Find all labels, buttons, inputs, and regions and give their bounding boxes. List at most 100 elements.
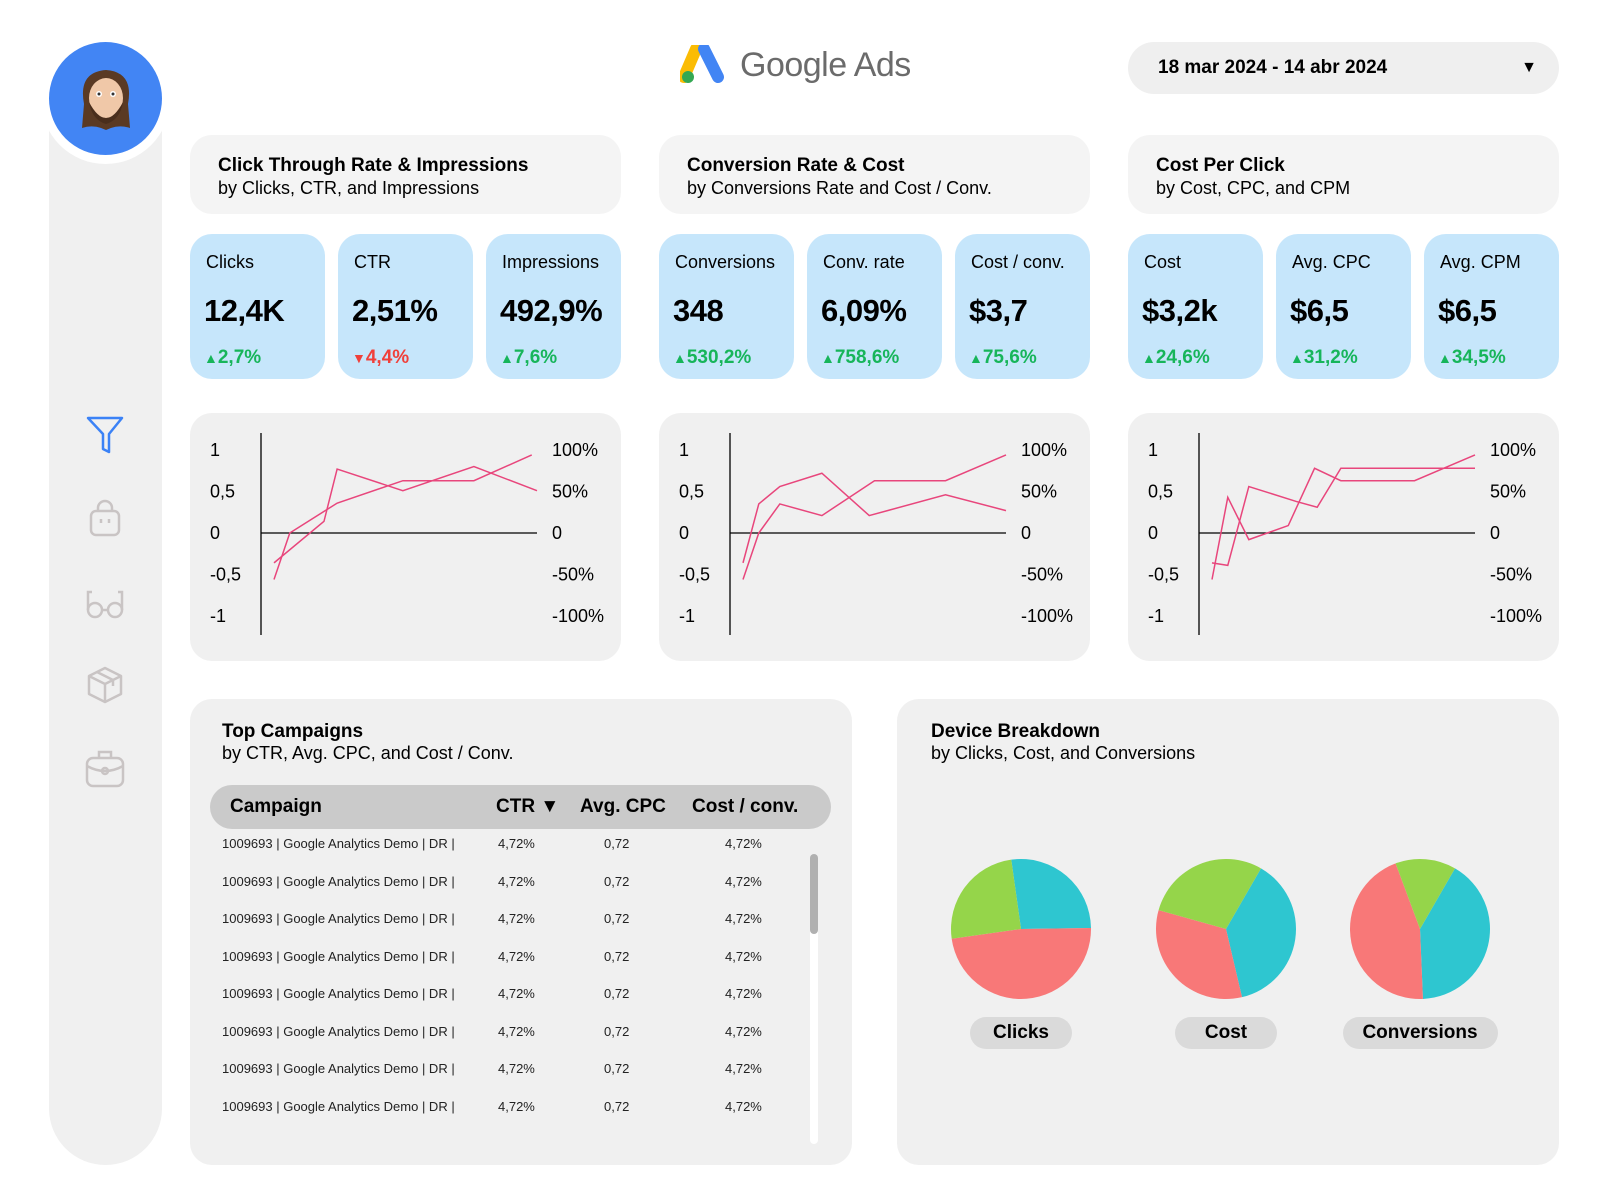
table-row[interactable]: 1009693 | Google Analytics Demo | DR | 4… (222, 1099, 782, 1119)
right-tick-label: 0 (552, 523, 562, 543)
section-subtitle: by Conversions Rate and Cost / Conv. (687, 178, 992, 198)
date-range-value: 18 mar 2024 - 14 abr 2024 (1158, 57, 1388, 78)
kpi-tile[interactable]: CTR 2,51% ▼4,4% (338, 234, 473, 379)
column-header-campaign[interactable]: Campaign (230, 796, 322, 818)
pie-label[interactable]: Clicks (970, 1017, 1072, 1049)
kpi-tile[interactable]: Conversions 348 ▲530,2% (659, 234, 794, 379)
trend-chart-card: 1 0,5 0 -0,5 -1 100% 50% 0 -50% -100% (190, 413, 621, 661)
column-header-ctr[interactable]: CTR ▼ (496, 796, 559, 818)
kpi-value: 12,4K (204, 293, 285, 328)
kpi-tile[interactable]: Clicks 12,4K ▲2,7% (190, 234, 325, 379)
left-tick-label: -0,5 (1148, 565, 1179, 585)
pie-slice[interactable] (951, 859, 1021, 939)
table-row[interactable]: 1009693 | Google Analytics Demo | DR | 4… (222, 911, 782, 931)
section-subtitle: by Clicks, CTR, and Impressions (218, 178, 480, 198)
pie-label[interactable]: Conversions (1342, 1017, 1498, 1049)
trend-chart: 1 0,5 0 -0,5 -1 100% 50% 0 -50% -100% (210, 433, 604, 635)
kpi-delta-value: 530,2% (686, 347, 752, 368)
cell-avg-cpc: 0,72 (604, 948, 630, 964)
kpi-label: Cost / conv. (971, 252, 1065, 272)
kpi-tile[interactable]: Conv. rate 6,09% ▲758,6% (807, 234, 942, 379)
kpi-delta: ▲34,5% (1438, 347, 1545, 369)
cell-campaign: 1009693 | Google Analytics Demo | DR | (222, 1023, 455, 1039)
shopping-bag-icon[interactable] (83, 497, 127, 541)
left-tick-label: 0,5 (1148, 482, 1173, 502)
right-tick-label: -100% (1490, 606, 1542, 626)
kpi-delta: ▲7,6% (500, 347, 607, 369)
table-row[interactable]: 1009693 | Google Analytics Demo | DR | 4… (222, 874, 782, 894)
table-row[interactable]: 1009693 | Google Analytics Demo | DR | 4… (222, 836, 782, 856)
right-tick-label: 100% (1021, 440, 1067, 460)
left-tick-label: 1 (1148, 440, 1158, 460)
trend-chart-card: 1 0,5 0 -0,5 -1 100% 50% 0 -50% -100% (659, 413, 1090, 661)
kpi-delta-value: 31,2% (1303, 347, 1358, 368)
kpi-delta-value: 34,5% (1451, 347, 1506, 368)
pie-chart-conversions (1350, 859, 1490, 999)
right-tick-label: 50% (1490, 482, 1526, 502)
right-tick-label: 100% (1490, 440, 1536, 460)
table-row[interactable]: 1009693 | Google Analytics Demo | DR | 4… (222, 949, 782, 969)
arrow-down-icon: ▼ (352, 350, 366, 366)
arrow-up-icon: ▲ (1438, 350, 1452, 366)
kpi-value: 492,9% (500, 293, 603, 328)
package-icon[interactable] (83, 663, 127, 707)
right-tick-label: -50% (552, 565, 594, 585)
column-header-avg-cpc[interactable]: Avg. CPC (580, 796, 666, 818)
glasses-icon[interactable] (83, 580, 127, 624)
kpi-delta-value: 24,6% (1155, 347, 1210, 368)
cell-cost-conv: 4,72% (725, 836, 762, 851)
pie-slice[interactable] (951, 928, 1091, 1000)
cell-avg-cpc: 0,72 (604, 1023, 630, 1039)
avatar[interactable] (49, 42, 162, 155)
cell-avg-cpc: 0,72 (604, 911, 630, 926)
kpi-delta: ▲2,7% (204, 347, 311, 369)
briefcase-icon[interactable] (83, 746, 127, 790)
kpi-tile[interactable]: Cost / conv. $3,7 ▲75,6% (955, 234, 1090, 379)
right-tick-label: 0 (1021, 523, 1031, 543)
kpi-value: $6,5 (1290, 293, 1349, 328)
table-row[interactable]: 1009693 | Google Analytics Demo | DR | 4… (222, 986, 782, 1006)
cell-ctr: 4,72% (498, 873, 535, 889)
trend-chart: 1 0,5 0 -0,5 -1 100% 50% 0 -50% -100% (679, 433, 1073, 635)
kpi-delta: ▼4,4% (352, 347, 459, 369)
kpi-delta-value: 2,7% (217, 347, 262, 368)
arrow-up-icon: ▲ (500, 350, 514, 366)
section-title: Click Through Rate & Impressions (218, 155, 529, 176)
cell-campaign: 1009693 | Google Analytics Demo | DR | (222, 986, 455, 1001)
kpi-tile[interactable]: Avg. CPC $6,5 ▲31,2% (1276, 234, 1411, 379)
card-subtitle: by CTR, Avg. CPC, and Cost / Conv. (222, 743, 514, 763)
table-header: Campaign CTR ▼ Avg. CPC Cost / conv. (210, 785, 831, 829)
table-row[interactable]: 1009693 | Google Analytics Demo | DR | 4… (222, 1061, 782, 1081)
kpi-delta-value: 758,6% (834, 347, 900, 368)
kpi-delta: ▲31,2% (1290, 347, 1397, 369)
kpi-delta-value: 7,6% (513, 347, 558, 368)
pie-label[interactable]: Cost (1175, 1017, 1277, 1049)
chevron-down-icon: ▼ (1521, 59, 1537, 76)
kpi-tile[interactable]: Avg. CPM $6,5 ▲34,5% (1424, 234, 1559, 379)
card-subtitle: by Clicks, Cost, and Conversions (931, 743, 1196, 763)
column-header-cost-conv[interactable]: Cost / conv. (692, 796, 798, 818)
table-row[interactable]: 1009693 | Google Analytics Demo | DR | 4… (222, 1024, 782, 1044)
section-header: Click Through Rate & Impressions by Clic… (190, 135, 621, 214)
right-tick-label: 50% (1021, 482, 1057, 502)
kpi-delta: ▲75,6% (969, 347, 1076, 369)
right-tick-label: 100% (552, 440, 598, 460)
filter-icon[interactable] (83, 413, 127, 457)
kpi-label: CTR (354, 252, 391, 272)
pie-slice[interactable] (1011, 859, 1091, 929)
left-tick-label: 1 (679, 440, 689, 460)
scrollbar-thumb[interactable] (810, 854, 818, 934)
kpi-tile[interactable]: Cost $3,2k ▲24,6% (1128, 234, 1263, 379)
cell-campaign: 1009693 | Google Analytics Demo | DR | (222, 1061, 455, 1076)
cell-avg-cpc: 0,72 (604, 986, 630, 1001)
date-range-picker[interactable]: 18 mar 2024 - 14 abr 2024 ▼ (1128, 42, 1559, 94)
cell-ctr: 4,72% (498, 1061, 535, 1076)
pie-chart-cost (1156, 859, 1296, 999)
kpi-tile[interactable]: Impressions 492,9% ▲7,6% (486, 234, 621, 379)
arrow-up-icon: ▲ (204, 350, 218, 366)
kpi-delta-value: 75,6% (982, 347, 1037, 368)
cell-cost-conv: 4,72% (725, 986, 762, 1001)
cell-cost-conv: 4,72% (725, 948, 762, 964)
cell-ctr: 4,72% (498, 986, 535, 1001)
cell-cost-conv: 4,72% (725, 911, 762, 926)
